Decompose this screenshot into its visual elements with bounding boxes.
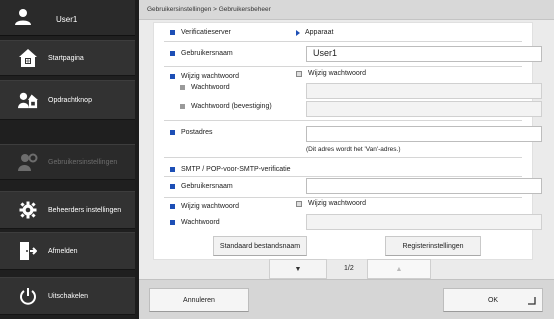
verification-server-value-text: Apparaat [305,29,334,36]
checkbox-icon [296,200,302,207]
postal-address-field[interactable] [306,126,542,142]
verification-server-value[interactable]: Apparaat [296,29,333,36]
username-label-text: Gebruikersnaam [181,50,233,57]
postal-address-label: Postadres [170,129,213,136]
sidebar-item-user-settings: Gebruikersinstellingen [0,144,135,180]
divider [164,157,522,158]
sidebar-item-label: Startpagina [48,54,84,62]
user-indicator: User1 [0,0,135,36]
change-password-checkbox[interactable]: Wijzig wachtwoord [296,70,366,77]
main-panel: Gebruikersinstellingen > Gebruikersbehee… [139,0,554,319]
sidebar-item-label: Gebruikersinstellingen [48,158,118,166]
footer: Annuleren OK [139,279,554,319]
gear-icon [18,200,38,220]
smtp-change-password-label: Wijzig wachtwoord [170,203,239,210]
breadcrumb: Gebruikersinstellingen > Gebruikersbehee… [139,0,554,20]
change-password-label: Wijzig wachtwoord [170,73,239,80]
cancel-button[interactable]: Annuleren [149,288,249,312]
sidebar-item-label: Beheerders instellingen [48,206,122,214]
checkbox-icon [296,70,302,77]
chevron-down-icon: ▼ [294,265,302,273]
smtp-username-label: Gebruikersnaam [170,183,233,190]
password-confirm-label-text: Wachtwoord (bevestiging) [191,103,272,110]
bullet-icon [180,85,185,90]
bullet-icon [180,104,185,109]
divider [164,197,522,198]
bullet-icon [170,51,175,56]
user-gear-icon [18,152,38,172]
smtp-password-label-text: Wachtwoord [181,219,220,226]
smtp-change-password-label-text: Wijzig wachtwoord [181,203,239,210]
user-name: User1 [56,15,78,24]
divider [164,176,522,177]
sidebar-item-home[interactable]: Startpagina [0,40,135,76]
logout-icon [18,241,38,261]
corner-arrow-icon [528,297,536,307]
username-label: Gebruikersnaam [170,50,233,57]
change-password-label-text: Wijzig wachtwoord [181,73,239,80]
postal-address-note: (Dit adres wordt het 'Van'-adres.) [306,146,401,153]
smtp-section-label-text: SMTP / POP-voor-SMTP-verificatie [181,166,291,173]
power-icon [18,286,38,306]
smtp-change-password-checkbox[interactable]: Wijzig wachtwoord [296,200,366,207]
smtp-section-label: SMTP / POP-voor-SMTP-verificatie [170,166,291,173]
password-confirm-label: Wachtwoord (bevestiging) [180,103,272,110]
verification-server-label-text: Verificatieserver [181,29,231,36]
sidebar-item-label: Opdrachtknop [48,96,92,104]
bullet-icon [170,74,175,79]
smtp-username-label-text: Gebruikersnaam [181,183,233,190]
default-filename-button[interactable]: Standaard bestandsnaam [213,236,307,256]
ok-label: OK [487,296,499,304]
bullet-icon [170,204,175,209]
bullet-icon [170,30,175,35]
user-form: Verificatieserver Apparaat Gebruikersnaa… [153,22,542,260]
password-label-text: Wachtwoord [191,84,230,91]
user-icon [14,8,32,26]
smtp-password-label: Wachtwoord [170,219,220,226]
page-down-button[interactable]: ▼ [269,259,327,279]
sidebar-item-admin-settings[interactable]: Beheerders instellingen [0,191,135,229]
verification-server-label: Verificatieserver [170,29,231,36]
home-icon [18,48,38,68]
sidebar-item-power-off[interactable]: Uitschakelen [0,277,135,315]
chevron-up-icon: ▲ [395,265,403,273]
sidebar: User1 Startpagina Opdrachtknop Gebruiker… [0,0,135,319]
postal-address-label-text: Postadres [181,129,213,136]
password-confirm-field[interactable] [306,101,542,117]
smtp-change-password-checkbox-label: Wijzig wachtwoord [308,200,366,207]
sidebar-item-job-button[interactable]: Opdrachtknop [0,80,135,120]
page-indicator: 1/2 [344,265,354,272]
register-settings-button[interactable]: Registerinstellingen [385,236,481,256]
smtp-username-field[interactable] [306,178,542,194]
divider [164,120,522,121]
page-up-button: ▲ [367,259,431,279]
ok-button[interactable]: OK [443,288,543,312]
sidebar-item-label: Afmelden [48,247,78,255]
password-label: Wachtwoord [180,84,230,91]
password-field[interactable] [306,83,542,99]
arrow-right-icon [296,29,300,36]
bullet-icon [170,184,175,189]
divider [164,66,522,67]
change-password-checkbox-label: Wijzig wachtwoord [308,70,366,77]
bullet-icon [170,130,175,135]
bullet-icon [170,167,175,172]
sidebar-item-logout[interactable]: Afmelden [0,232,135,270]
smtp-password-field[interactable] [306,214,542,230]
bullet-icon [170,220,175,225]
user-home-icon [18,90,38,110]
sidebar-item-label: Uitschakelen [48,292,89,300]
divider [164,41,522,42]
username-field[interactable]: User1 [306,46,542,62]
